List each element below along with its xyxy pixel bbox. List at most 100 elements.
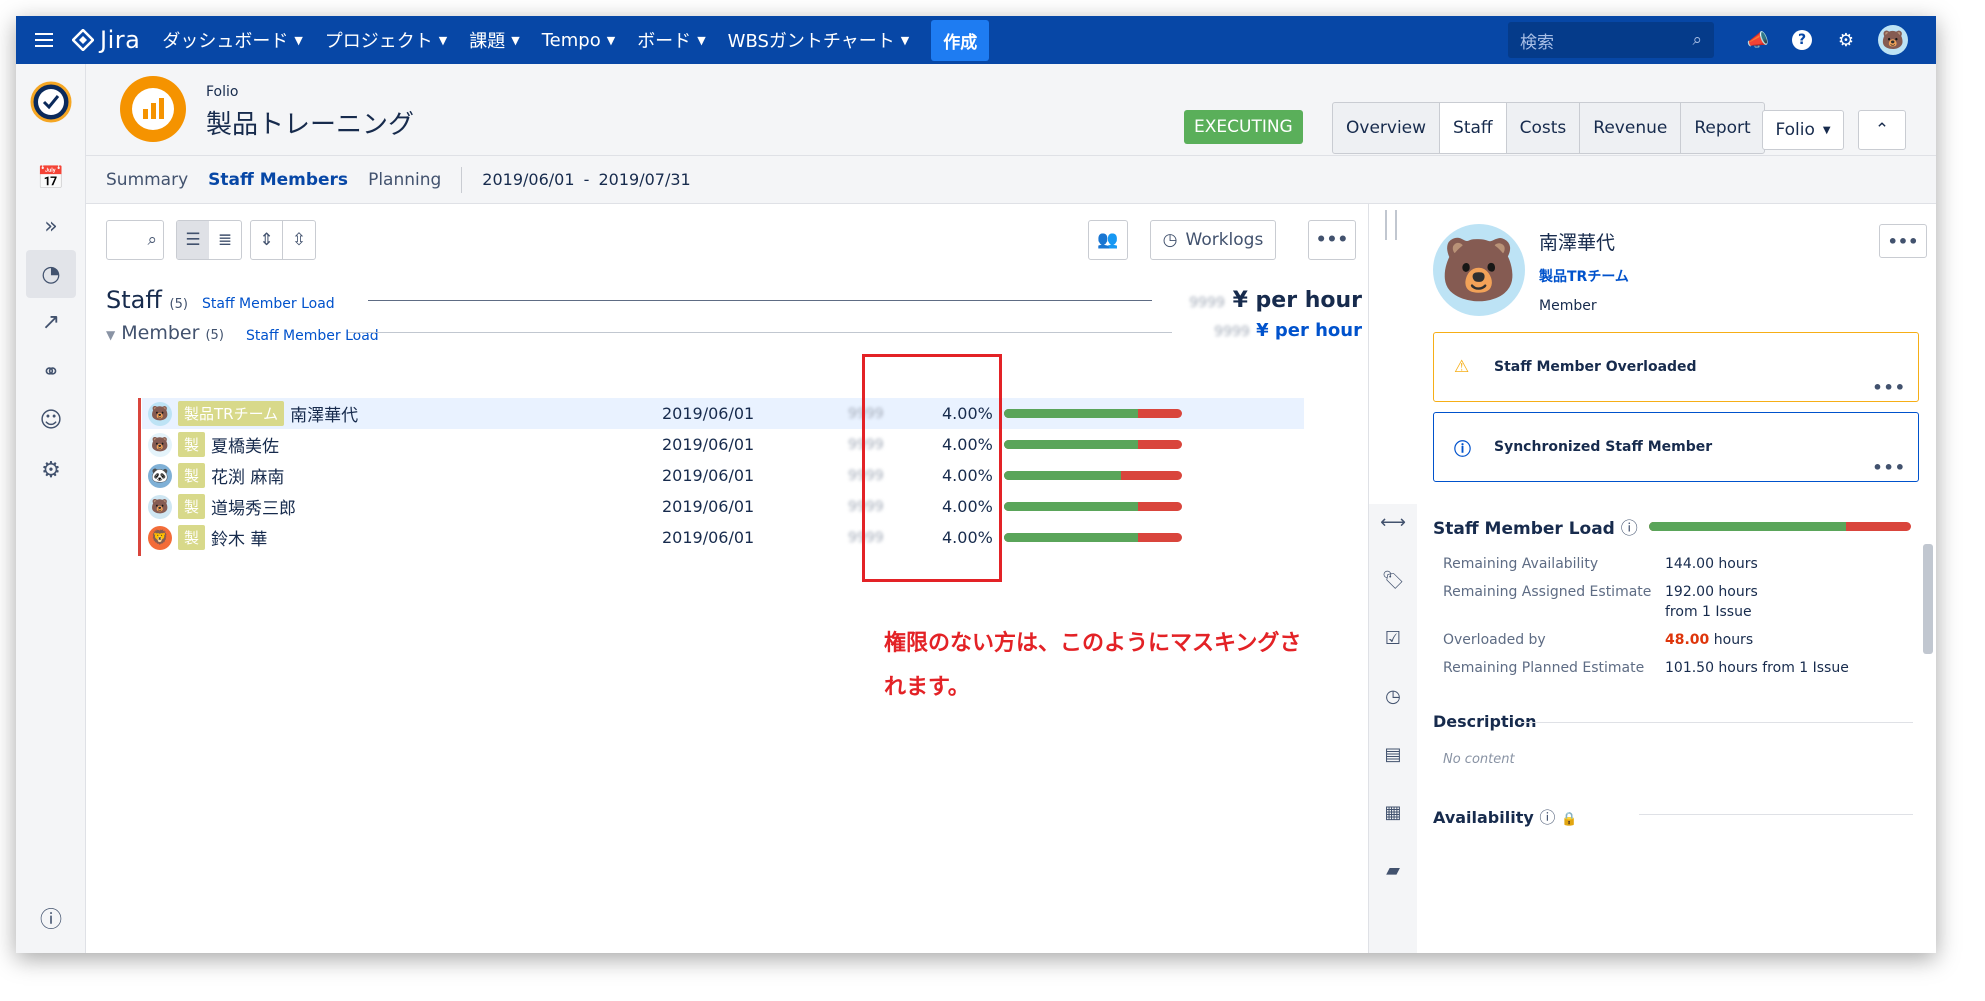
app-sidebar: 📅 » ◔ ↗ ⚭ ☺ ⚙ ⓘ [16, 64, 86, 953]
chevron-up-double-icon: ⌃ [1874, 120, 1890, 140]
info-icon: ⓘ [1454, 439, 1471, 460]
alert-overloaded[interactable]: ⚠ Staff Member Overloaded ••• [1433, 332, 1919, 402]
team-members-button[interactable]: 👥 [1088, 220, 1128, 260]
table-row[interactable]: 🐻 製品TRチーム 南澤華代 2019/06/01 9999 4.00% [142, 398, 1304, 429]
collapse-header-button[interactable]: ⌃ [1858, 110, 1906, 150]
user-avatar[interactable]: 🐻 [1878, 25, 1908, 55]
list-view-icon[interactable]: ☰ [177, 221, 209, 259]
nav-tempo-label: Tempo [541, 29, 601, 51]
dashboard-gauge-icon[interactable]: ◔ [26, 250, 76, 298]
gear-icon[interactable]: ⚙ [1834, 28, 1858, 52]
date-range[interactable]: 2019/06/01 - 2019/07/31 [482, 170, 690, 189]
resize-handle-icon[interactable] [1385, 210, 1397, 240]
tempo-logo-svg [30, 81, 72, 123]
tab-costs[interactable]: Costs [1507, 103, 1581, 153]
trend-chart-icon[interactable]: ↗ [26, 298, 76, 346]
id-card-icon[interactable]: ▤ [1381, 742, 1405, 766]
subnav-summary[interactable]: Summary [106, 170, 188, 190]
help-icon[interactable]: ? [1790, 28, 1814, 52]
tab-overview[interactable]: Overview [1333, 103, 1441, 153]
detail-side-rail: ⟷ 🏷 ☑ ◷ ▤ ▦ ▰ [1369, 504, 1417, 953]
clock-icon[interactable]: ◷ [1381, 684, 1405, 708]
sub-navigation: Summary Staff Members Planning 2019/06/0… [86, 156, 1936, 204]
alert-synchronized[interactable]: ⓘ Synchronized Staff Member ••• [1433, 412, 1919, 482]
staff-rule [368, 300, 1152, 301]
more-options-button[interactable]: ••• [1308, 220, 1356, 260]
date-from: 2019/06/01 [482, 170, 575, 189]
calendar-icon[interactable]: 📅 [26, 154, 76, 202]
detail-more-button[interactable]: ••• [1879, 224, 1927, 258]
dumbbell-icon[interactable]: ⟷ [1380, 510, 1406, 534]
load-bar-fill [1004, 440, 1138, 449]
calendar-check-icon[interactable]: ☑ [1381, 626, 1405, 650]
detail-scrollbar[interactable] [1923, 544, 1933, 654]
overloaded-label: Overloaded by [1443, 632, 1546, 648]
staff-member-load-link[interactable]: Staff Member Load [202, 296, 335, 312]
user-circle-icon[interactable]: ☺ [26, 396, 76, 444]
lock-icon: 🔒 [1560, 812, 1578, 827]
row-name: 南澤華代 [290, 406, 359, 426]
member-group-title[interactable]: ▼ Member (5) [106, 322, 224, 344]
table-row[interactable]: 🐻 製 道場秀三郎 2019/06/01 9999 4.00% [142, 491, 1304, 522]
remaining-availability-value: 144.00 hours [1665, 556, 1758, 572]
expand-all-icon[interactable]: ⇕ [251, 221, 284, 259]
nav-issues[interactable]: 課題 ▼ [469, 27, 519, 53]
tab-revenue[interactable]: Revenue [1580, 103, 1682, 153]
more-icon[interactable]: ••• [1872, 458, 1906, 477]
detail-load-bar-fill [1649, 522, 1846, 531]
people-icon: 👥 [1097, 230, 1119, 250]
tag-icon[interactable]: 🏷 [1381, 568, 1405, 592]
nav-boards-label: ボード [637, 31, 692, 52]
info-icon[interactable]: ⓘ [1539, 808, 1555, 827]
nav-wbs-gantt[interactable]: WBSガントチャート ▼ [728, 27, 910, 53]
filter-search-input[interactable]: ⌕ [106, 220, 164, 260]
subnav-staff-members[interactable]: Staff Members [208, 170, 348, 190]
tab-staff[interactable]: Staff [1440, 103, 1507, 153]
callout-line-1: 権限のない方は、このようにマスキングさ [884, 631, 1302, 656]
detail-team-link[interactable]: 製品TRチーム [1539, 266, 1629, 286]
folder-icon[interactable]: ▰ [1381, 858, 1405, 882]
info-icon[interactable]: ⓘ [1621, 519, 1638, 539]
jira-logo[interactable]: Jira [72, 26, 140, 54]
more-icon[interactable]: ••• [1872, 378, 1906, 397]
avatar: 🦁 [148, 525, 172, 550]
menu-icon[interactable] [16, 16, 72, 64]
description-value[interactable]: No content [1443, 752, 1515, 767]
load-bar [1004, 440, 1182, 449]
chevron-down-icon: ▼ [438, 33, 448, 47]
calendar-icon[interactable]: ▦ [1381, 800, 1405, 824]
subnav-planning[interactable]: Planning [368, 170, 441, 190]
worklogs-button[interactable]: ◷ Worklogs [1150, 220, 1276, 260]
date-to: 2019/07/31 [598, 170, 691, 189]
nav-tempo[interactable]: Tempo ▼ [542, 30, 615, 51]
detail-role: Member [1539, 298, 1597, 314]
project-kicker: Folio [206, 84, 239, 100]
settings-gear-icon[interactable]: ⚙ [26, 446, 76, 494]
member-load-link[interactable]: Staff Member Load [246, 328, 379, 344]
megaphone-icon[interactable]: 📣 [1746, 28, 1770, 52]
remaining-assigned-sub[interactable]: from 1 Issue [1665, 602, 1758, 622]
table-row[interactable]: 🐻 製 夏橋美佐 2019/06/01 9999 4.00% [142, 429, 1304, 460]
project-title: 製品トレーニング [206, 110, 415, 140]
chevron-down-icon: ▼ [900, 33, 910, 47]
overloaded-value: 48.00 hours [1665, 630, 1753, 650]
network-icon[interactable]: ⚭ [26, 348, 76, 396]
alert-overloaded-text: Staff Member Overloaded [1494, 359, 1697, 375]
search-input[interactable]: 検索 ⌕ [1508, 22, 1714, 58]
project-header: Folio 製品トレーニング EXECUTING Overview Staff … [86, 64, 1936, 156]
tab-report[interactable]: Report [1681, 103, 1763, 153]
tree-view-icon[interactable]: ≣ [209, 221, 241, 259]
forward-circle-icon[interactable]: » [26, 202, 76, 250]
table-row[interactable]: 🦁 製 鈴木 華 2019/06/01 9999 4.00% [142, 522, 1304, 553]
help-circle-icon[interactable]: ⓘ [26, 894, 76, 942]
nav-projects[interactable]: プロジェクト ▼ [325, 27, 447, 53]
folio-dropdown-button[interactable]: Folio ▼ [1762, 110, 1844, 150]
collapse-all-icon[interactable]: ⇳ [283, 221, 315, 259]
load-title-text: Staff Member Load [1433, 519, 1615, 539]
nav-boards[interactable]: ボード ▼ [637, 27, 705, 53]
tempo-logo-icon[interactable] [26, 78, 76, 126]
status-badge: EXECUTING [1184, 110, 1303, 144]
create-button[interactable]: 作成 [931, 19, 990, 61]
nav-dashboard[interactable]: ダッシュボード ▼ [162, 27, 302, 53]
table-row[interactable]: 🐼 製 花渕 麻南 2019/06/01 9999 4.00% [142, 460, 1304, 491]
